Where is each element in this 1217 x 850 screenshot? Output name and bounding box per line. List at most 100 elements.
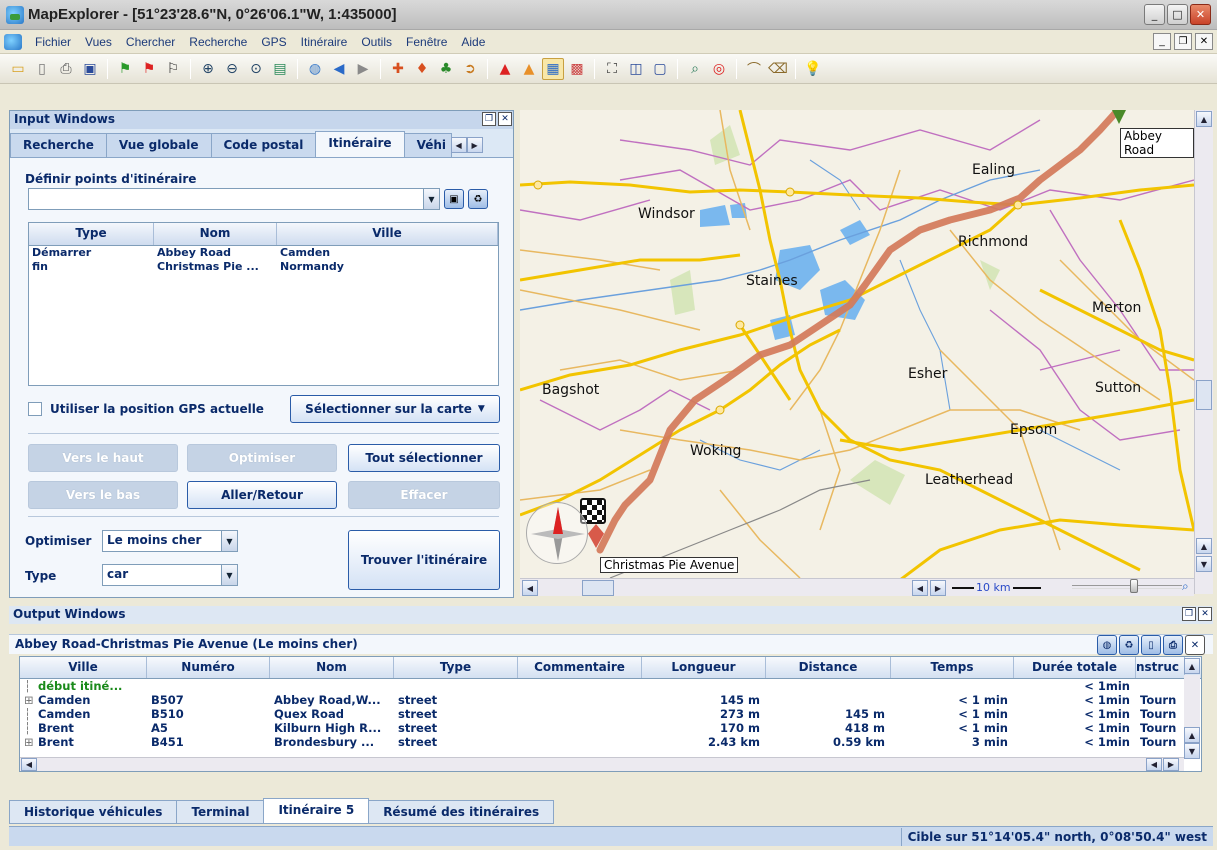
col-type[interactable]: Type bbox=[394, 657, 518, 678]
scroll-up-icon[interactable]: ▲ bbox=[1184, 727, 1200, 743]
tab-terminal[interactable]: Terminal bbox=[176, 800, 265, 824]
type-select[interactable]: car ▼ bbox=[102, 564, 238, 586]
scroll-right-icon[interactable]: ▶ bbox=[930, 580, 946, 596]
map-canvas[interactable] bbox=[520, 110, 1194, 578]
zoom-slider-thumb[interactable] bbox=[1130, 579, 1138, 593]
expand-icon[interactable]: ⊞ bbox=[24, 735, 38, 749]
zoom-100-icon[interactable]: ⊙ bbox=[245, 58, 267, 80]
measure-icon[interactable]: ⌒ bbox=[743, 58, 765, 80]
menu-fichier[interactable]: Fichier bbox=[28, 35, 78, 49]
minimize-button[interactable]: _ bbox=[1144, 4, 1165, 25]
col-ville[interactable]: Ville bbox=[20, 657, 147, 678]
tab-vue-globale[interactable]: Vue globale bbox=[105, 133, 212, 157]
table-row[interactable]: ⊞ Brent B451 Brondesbury ... street 2.43 km 0.… bbox=[20, 735, 1201, 749]
zoom-slider[interactable] bbox=[1072, 585, 1182, 589]
col-instruction[interactable]: nstruc bbox=[1136, 657, 1185, 678]
add-pin-icon[interactable]: ✚ bbox=[387, 58, 409, 80]
move-down-button[interactable]: Vers le bas bbox=[28, 481, 178, 509]
copy-icon[interactable]: ▯ bbox=[1141, 635, 1161, 655]
close-button[interactable]: ✕ bbox=[1190, 4, 1211, 25]
zoom-in-icon[interactable]: ⊕ bbox=[197, 58, 219, 80]
scroll-left-icon[interactable]: ◀ bbox=[1146, 758, 1162, 771]
menu-recherche[interactable]: Recherche bbox=[182, 35, 254, 49]
expand-icon[interactable]: ⊞ bbox=[24, 693, 38, 707]
col-nom[interactable]: Nom bbox=[154, 223, 277, 245]
map-layer-icon[interactable]: ▤ bbox=[269, 58, 291, 80]
optimize-select[interactable]: Le moins cher ▼ bbox=[102, 530, 238, 552]
menu-aide[interactable]: Aide bbox=[454, 35, 492, 49]
col-nom[interactable]: Nom bbox=[270, 657, 394, 678]
col-ville[interactable]: Ville bbox=[277, 223, 498, 245]
scroll-up-icon[interactable]: ▲ bbox=[1184, 658, 1200, 674]
mdi-minimize-button[interactable]: _ bbox=[1153, 33, 1171, 50]
document-icon[interactable] bbox=[4, 33, 22, 50]
scroll-right-icon[interactable]: ▶ bbox=[1163, 758, 1179, 771]
tab-resume-itineraires[interactable]: Résumé des itinéraires bbox=[368, 800, 555, 824]
chevron-down-icon[interactable]: ▼ bbox=[221, 531, 237, 551]
col-numero[interactable]: Numéro bbox=[147, 657, 270, 678]
table-row[interactable]: ┆ Camden B510 Quex Road street 273 m 145 m < 1 … bbox=[20, 707, 1201, 721]
scroll-thumb[interactable] bbox=[582, 580, 614, 596]
grid-toggle-icon[interactable]: ▦ bbox=[542, 57, 564, 80]
menu-itineraire[interactable]: Itinéraire bbox=[294, 35, 355, 49]
magnifier-icon[interactable]: ⌕ bbox=[1182, 579, 1189, 594]
lightbulb-icon[interactable]: 💡 bbox=[802, 58, 824, 80]
waypoint-combo[interactable]: ▼ bbox=[28, 188, 440, 210]
eraser-icon[interactable]: ⌫ bbox=[767, 58, 789, 80]
scroll-left-icon[interactable]: ◀ bbox=[21, 758, 37, 771]
grid-horizontal-scrollbar[interactable]: ◀ ◀ ▶ bbox=[20, 757, 1184, 771]
mdi-close-button[interactable]: ✕ bbox=[1195, 33, 1213, 50]
map-view[interactable]: Ealing Windsor Richmond Staines Merton B… bbox=[520, 110, 1194, 578]
triangle-orange-icon[interactable]: ▲ bbox=[518, 58, 540, 80]
scroll-down-icon[interactable]: ▼ bbox=[1196, 556, 1212, 572]
globe-icon[interactable]: ◍ bbox=[1097, 635, 1117, 655]
table-row[interactable]: ⊞ Camden B507 Abbey Road,W... street 145 m < 1… bbox=[20, 693, 1201, 707]
scroll-up-icon[interactable]: ▲ bbox=[1196, 538, 1212, 554]
forward-arrow-icon[interactable]: ▶ bbox=[352, 58, 374, 80]
output-float-button[interactable]: ❐ bbox=[1182, 607, 1196, 621]
tab-itineraire[interactable]: Itinéraire bbox=[315, 131, 405, 157]
map-vertical-scrollbar[interactable]: ▲ ▲ ▼ bbox=[1194, 110, 1213, 594]
col-type[interactable]: Type bbox=[29, 223, 154, 245]
delete-button[interactable]: Effacer bbox=[348, 481, 500, 509]
checkered-flag-icon[interactable]: ⚐ bbox=[162, 58, 184, 80]
open-folder-icon[interactable]: ▭ bbox=[7, 58, 29, 80]
page-arrow-icon[interactable]: ➲ bbox=[459, 58, 481, 80]
output-close-button[interactable]: ✕ bbox=[1198, 607, 1212, 621]
menu-vues[interactable]: Vues bbox=[78, 35, 119, 49]
save-waypoints-icon[interactable]: ▣ bbox=[444, 189, 464, 209]
move-up-button[interactable]: Vers le haut bbox=[28, 444, 178, 472]
zoom-out-icon[interactable]: ⊖ bbox=[221, 58, 243, 80]
scroll-left-icon[interactable]: ◀ bbox=[522, 580, 538, 596]
col-distance[interactable]: Distance bbox=[766, 657, 891, 678]
tab-historique-vehicules[interactable]: Historique véhicules bbox=[9, 800, 178, 824]
scroll-left-icon[interactable]: ◀ bbox=[912, 580, 928, 596]
back-arrow-icon[interactable]: ◀ bbox=[328, 58, 350, 80]
red-flag-icon[interactable]: ⚑ bbox=[138, 58, 160, 80]
chevron-down-icon[interactable]: ▼ bbox=[221, 565, 237, 585]
list-item[interactable]: fin Christmas Pie ... Normandy bbox=[29, 260, 498, 274]
search-map-icon[interactable]: ⌕ bbox=[684, 58, 706, 80]
recycle-icon[interactable]: ♻ bbox=[1119, 635, 1139, 655]
col-longueur[interactable]: Longueur bbox=[642, 657, 766, 678]
table-row[interactable]: ┆ début itiné... < 1min bbox=[20, 679, 1201, 693]
round-trip-button[interactable]: Aller/Retour bbox=[187, 481, 337, 509]
print-icon[interactable]: ⎙ bbox=[1163, 635, 1183, 655]
tab-scroll-right-icon[interactable]: ▶ bbox=[466, 137, 483, 153]
print-icon[interactable]: ⎙ bbox=[55, 58, 77, 80]
target-icon[interactable]: ◎ bbox=[708, 58, 730, 80]
maximize-button[interactable]: □ bbox=[1167, 4, 1188, 25]
menu-chercher[interactable]: Chercher bbox=[119, 35, 182, 49]
select-on-map-button[interactable]: Sélectionner sur la carte ▼ bbox=[290, 395, 500, 423]
green-flag-icon[interactable]: ⚑ bbox=[114, 58, 136, 80]
colored-map-icon[interactable]: ▩ bbox=[566, 58, 588, 80]
list-item[interactable]: Démarrer Abbey Road Camden bbox=[29, 246, 498, 260]
col-duree-totale[interactable]: Durée totale bbox=[1014, 657, 1136, 678]
save-icon[interactable]: ▣ bbox=[79, 58, 101, 80]
scroll-thumb[interactable] bbox=[1196, 380, 1212, 410]
panel-float-button[interactable]: ❐ bbox=[482, 112, 496, 126]
col-temps[interactable]: Temps bbox=[891, 657, 1014, 678]
map-horizontal-scrollbar[interactable]: ◀ ◀ ▶ 10 km ⌕ bbox=[520, 578, 1194, 596]
close-icon[interactable]: ✕ bbox=[1185, 635, 1205, 655]
globe-icon[interactable]: ◍ bbox=[304, 58, 326, 80]
